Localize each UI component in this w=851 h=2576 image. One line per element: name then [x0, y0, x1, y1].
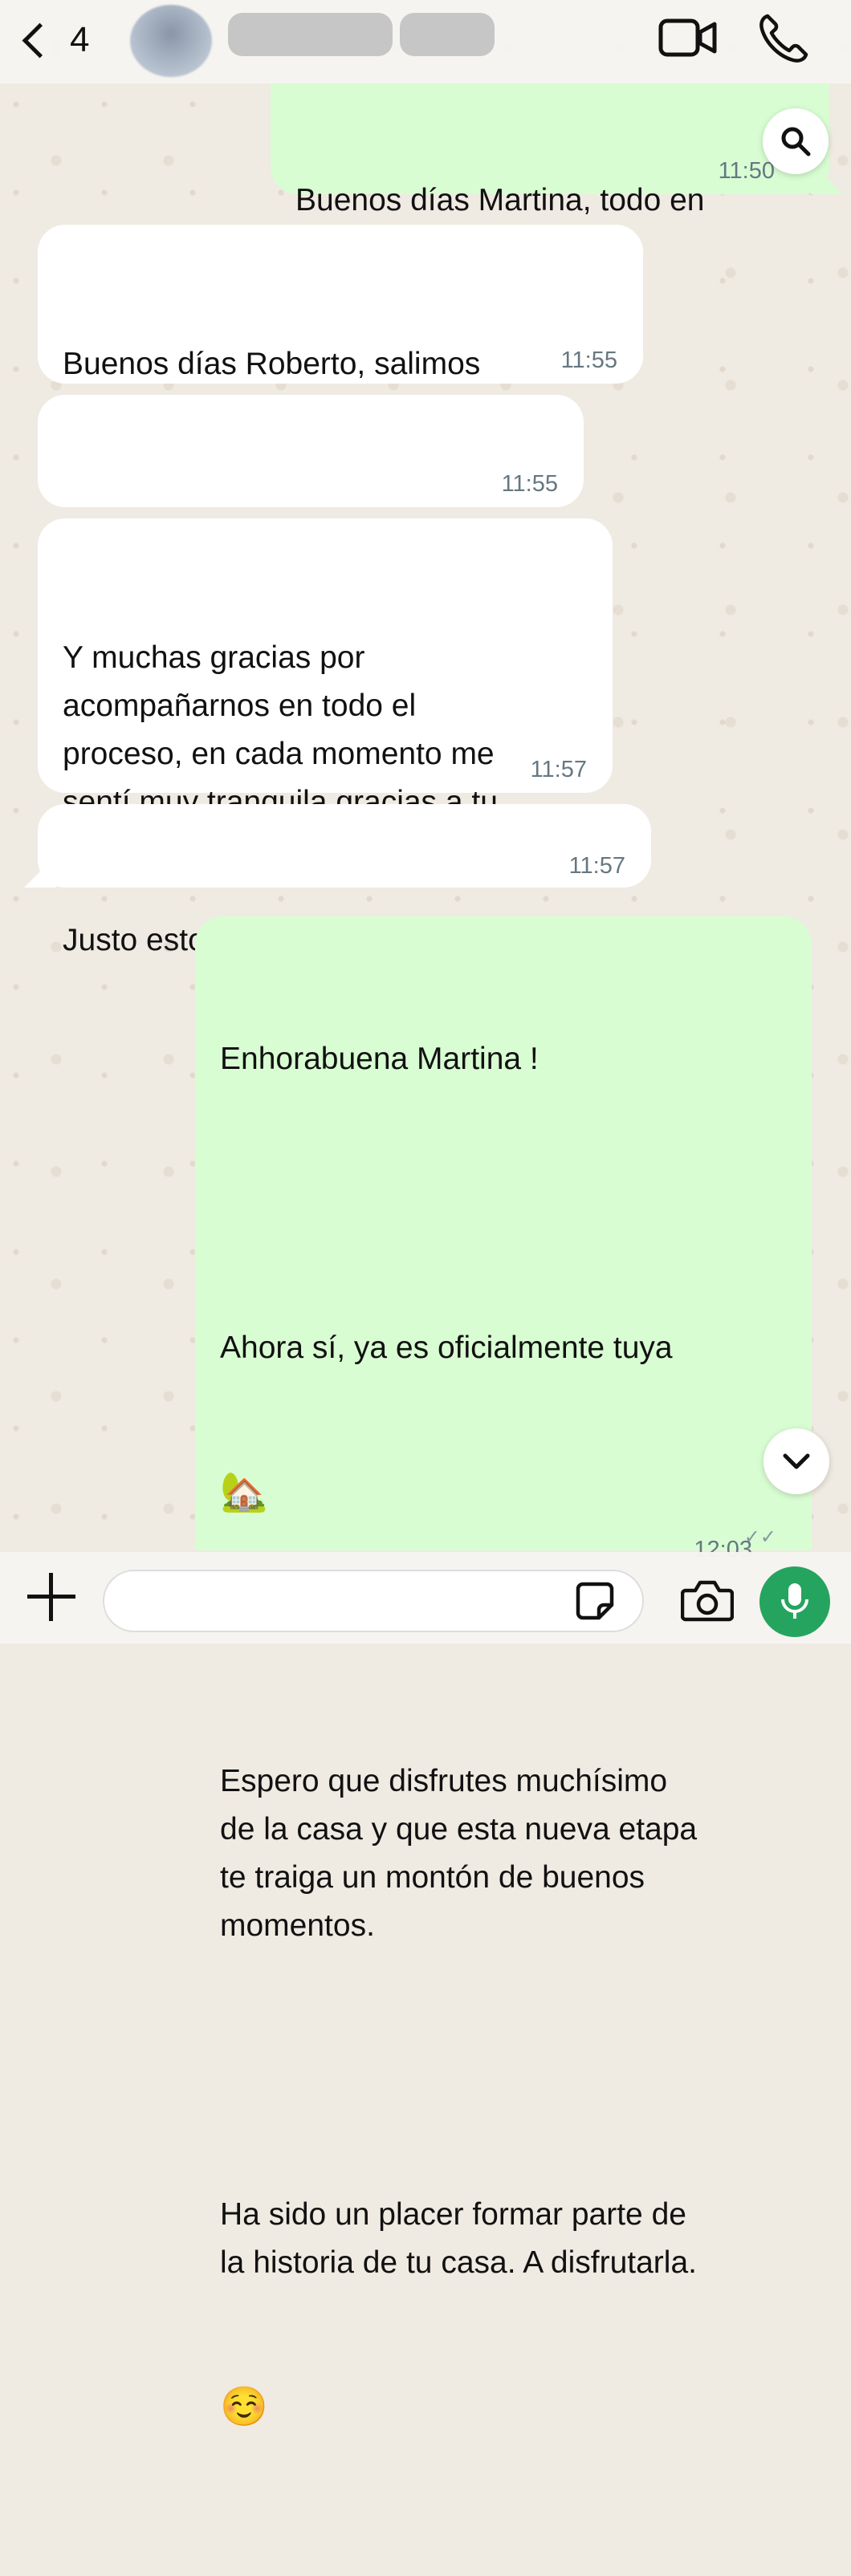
video-call-icon[interactable]: [658, 14, 718, 61]
plus-icon[interactable]: [27, 1573, 75, 1621]
contact-name-redacted-2[interactable]: [400, 13, 495, 56]
search-icon: [781, 127, 811, 156]
smiling-emoji: ☺️: [220, 2386, 268, 2428]
message-time: 11:57: [530, 757, 587, 782]
chevron-left-icon: [22, 22, 58, 58]
message-bubble-incoming[interactable]: Muchas gracias por preguntar 11:55: [38, 395, 584, 551]
microphone-button[interactable]: [759, 1566, 830, 1637]
message-bubble-outgoing[interactable]: Enhorabuena Martina ! Ahora sí, ya es of…: [195, 916, 812, 2428]
microphone-icon: [781, 1583, 808, 1619]
search-button[interactable]: [763, 108, 829, 174]
message-time: 11:50: [718, 158, 775, 184]
message-bubble-incoming[interactable]: Buenos días Roberto, salimos hace poco. …: [38, 225, 643, 429]
message-paragraph: Enhorabuena Martina !: [220, 1042, 539, 1076]
message-input[interactable]: [103, 1570, 644, 1632]
message-bubble-incoming[interactable]: Y muchas gracias por acompañarnos en tod…: [38, 518, 613, 867]
camera-icon[interactable]: [681, 1578, 734, 1623]
back-button[interactable]: 4: [18, 14, 98, 66]
message-time: 11:55: [560, 347, 617, 373]
scroll-down-button[interactable]: [763, 1428, 829, 1494]
message-time: 11:57: [568, 853, 625, 879]
message-paragraph: Ahora sí, ya es oficialmente tuya: [220, 1331, 673, 1365]
unread-count: 4: [70, 20, 90, 59]
message-bubble-incoming[interactable]: Justo estoy yendo a la casa! 11:57: [38, 804, 651, 957]
contact-name-redacted[interactable]: [228, 13, 393, 56]
composer-bar: [0, 1552, 851, 1644]
message-paragraph: Ha sido un placer formar parte de la his…: [220, 2197, 697, 2280]
house-emoji: 🏡: [220, 1471, 268, 1514]
chat-header: 4: [0, 0, 851, 83]
chevron-down-icon: [783, 1453, 810, 1469]
sticker-icon[interactable]: [575, 1581, 615, 1621]
phone-icon[interactable]: [756, 11, 811, 66]
message-time: 11:55: [501, 471, 558, 497]
avatar[interactable]: [130, 5, 212, 77]
message-bubble-outgoing[interactable]: Buenos días Martina, todo en orden con l…: [271, 69, 829, 266]
message-paragraph: Espero que disfrutes muchísimo de la cas…: [220, 1764, 698, 1943]
